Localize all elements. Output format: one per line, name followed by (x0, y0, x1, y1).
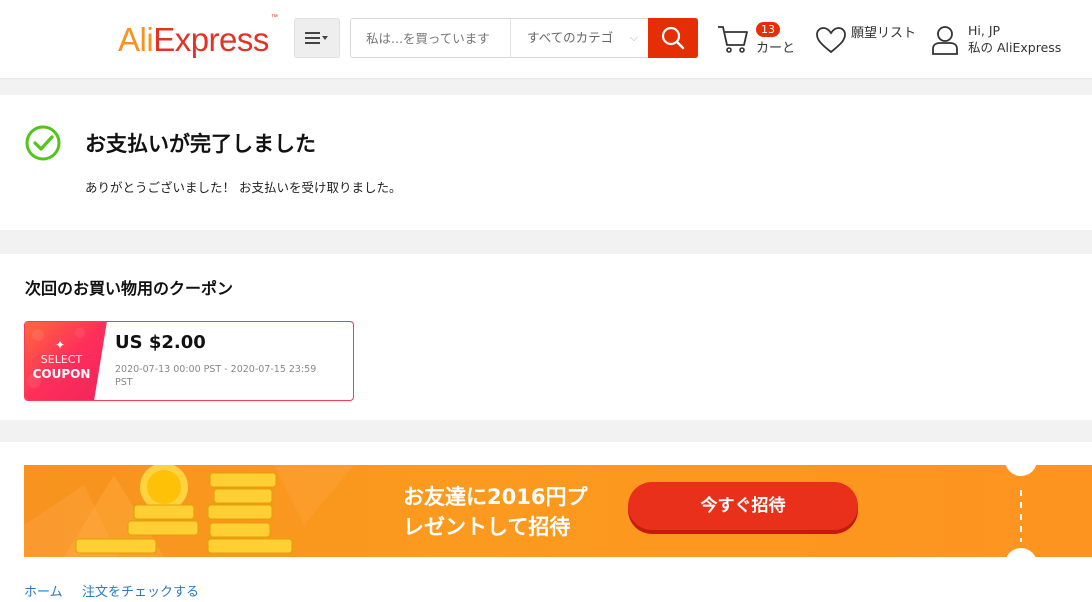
coupon-heading: 次回のお買い物用のクーポン (25, 279, 234, 298)
category-select-label: すべてのカテゴ (527, 30, 614, 45)
user-greeting: Hi, JP (968, 23, 1001, 38)
invite-now-button[interactable]: 今すぐ招待 (628, 482, 858, 530)
banner-line-1: お友達に2016円プ (403, 485, 588, 509)
cart-link[interactable]: カーと (756, 37, 795, 56)
user-icon[interactable] (930, 24, 960, 56)
ticket-notch-decoration (1005, 452, 1037, 572)
coupon-section: 次回のお買い物用のクーポン ✦ SELECT COUPON US $2.00 2… (0, 254, 1092, 420)
category-select[interactable]: すべてのカテゴ ⌵ (510, 19, 648, 57)
logo-tm: ™ (270, 14, 278, 21)
search-button[interactable] (648, 18, 698, 58)
select-coupon-badge: ✦ SELECT COUPON (25, 322, 108, 400)
logo-express-text: Express (153, 21, 269, 58)
check-circle-icon (25, 125, 61, 161)
chevron-down-icon: ⌵ (629, 31, 638, 44)
search-box: すべてのカテゴ ⌵ (350, 18, 698, 58)
payment-title: お支払いが完了しました (85, 132, 316, 156)
banner-headline: お友達に2016円プ レゼントして招待 (403, 482, 633, 542)
coupon-badge-bottom: COUPON (32, 367, 91, 381)
coupon-item[interactable]: ✦ SELECT COUPON US $2.00 2020-07-13 00:0… (24, 321, 354, 401)
cart-icon[interactable] (716, 23, 750, 55)
search-icon (661, 26, 685, 50)
search-input[interactable] (351, 19, 509, 57)
wishlist-link[interactable]: 願望リスト (851, 22, 916, 41)
coupon-validity: 2020-07-13 00:00 PST - 2020-07-15 23:59 … (115, 364, 317, 388)
payment-complete-card: お支払いが完了しました ありがとうございました！ お支払いを受け取りました。 (0, 95, 1092, 230)
my-aliexpress-link[interactable]: 私の AliExpress (968, 40, 1061, 56)
check-orders-link[interactable]: 注文をチェックする (82, 581, 199, 600)
hamburger-icon (305, 32, 328, 44)
aliexpress-logo[interactable]: AliExpress™ (118, 14, 278, 58)
sparkle-icon: ✦ (55, 338, 66, 352)
home-link[interactable]: ホーム (24, 581, 63, 600)
logo-ali-text: Ali (118, 21, 154, 58)
cart-count-badge: 13 (756, 22, 780, 37)
banner-line-2: レゼントして招待 (403, 515, 571, 539)
payment-message: ありがとうございました！ お支払いを受け取りました。 (85, 180, 402, 195)
coupon-badge-top: SELECT (40, 353, 83, 366)
coupon-amount: US $2.00 (115, 332, 206, 353)
category-menu-button[interactable] (294, 18, 340, 58)
heart-icon[interactable] (815, 25, 847, 55)
top-header: AliExpress™ すべてのカテゴ ⌵ 13 カーと 願望リスト (0, 0, 1092, 79)
